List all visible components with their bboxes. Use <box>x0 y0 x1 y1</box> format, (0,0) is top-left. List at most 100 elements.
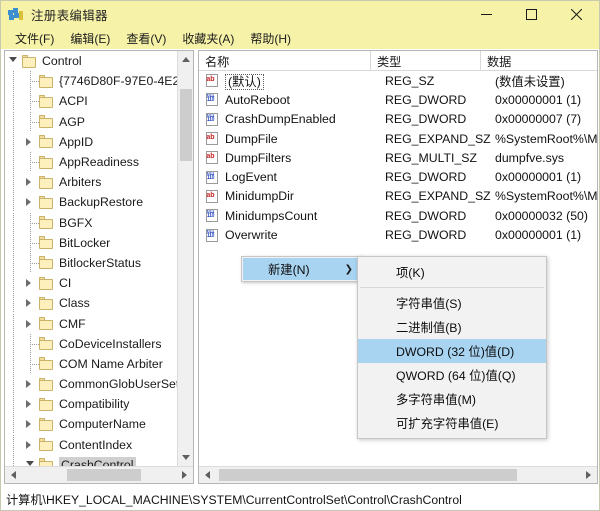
registry-tree[interactable]: Control{7746D80F-97E0-4E26-ACPIAGPAppIDA… <box>5 51 177 468</box>
tree-indent <box>5 91 22 111</box>
submenu-item[interactable]: 字符串值(S) <box>358 291 546 315</box>
tree-node[interactable]: CMF <box>5 313 177 333</box>
submenu-item[interactable]: 项(K) <box>358 260 546 284</box>
tree-expander[interactable] <box>22 273 39 293</box>
menu-file[interactable]: 文件(F) <box>7 29 62 49</box>
submenu-item[interactable]: DWORD (32 位)值(D) <box>358 339 546 363</box>
folder-icon <box>39 277 54 290</box>
value-row[interactable]: ab(默认)REG_SZ(数值未设置) <box>199 71 597 90</box>
folder-icon <box>39 196 54 209</box>
tree-node[interactable]: AppReadiness <box>5 152 177 172</box>
value-name: CrashDumpEnabled <box>225 112 385 126</box>
tree-indent <box>5 314 22 334</box>
tree-indent <box>5 334 22 354</box>
tree-expander[interactable] <box>22 192 39 212</box>
chevron-right-icon: ❯ <box>345 264 353 275</box>
menu-help[interactable]: 帮助(H) <box>242 29 299 49</box>
tree-expander[interactable] <box>22 172 39 192</box>
tree-indent <box>5 273 22 293</box>
tree-scroll-down-button[interactable] <box>178 449 194 466</box>
tree-node[interactable]: COM Name Arbiter <box>5 354 177 374</box>
tree-node[interactable]: CoDeviceInstallers <box>5 334 177 354</box>
tree-leaf-connector <box>22 233 39 253</box>
tree-node[interactable]: ComputerName <box>5 414 177 434</box>
tree-expander[interactable] <box>22 414 39 434</box>
menu-favorites[interactable]: 收藏夹(A) <box>174 29 242 49</box>
tree-expander[interactable] <box>22 394 39 414</box>
tree-scroll-left-button[interactable] <box>5 467 22 483</box>
list-horizontal-scrollbar[interactable] <box>199 466 597 483</box>
tree-indent <box>5 71 22 91</box>
tree-node[interactable]: BitLocker <box>5 233 177 253</box>
list-scroll-right-button[interactable] <box>580 467 597 483</box>
tree-horizontal-scrollbar[interactable] <box>5 466 193 483</box>
title-bar[interactable]: 注册表编辑器 <box>1 1 599 28</box>
tree-vscroll-thumb[interactable] <box>180 89 192 161</box>
tree-expander[interactable] <box>22 132 39 152</box>
tree-leaf-connector <box>22 213 39 233</box>
tree-indent <box>5 414 22 434</box>
close-button[interactable] <box>554 1 599 28</box>
value-type: REG_MULTI_SZ <box>385 151 495 165</box>
tree-expander[interactable] <box>22 435 39 455</box>
tree-node[interactable]: AGP <box>5 112 177 132</box>
chevron-right-icon <box>26 178 31 186</box>
column-header-name[interactable]: 名称 <box>199 51 371 71</box>
submenu-item[interactable]: 二进制值(B) <box>358 315 546 339</box>
tree-node[interactable]: BitlockerStatus <box>5 253 177 273</box>
minimize-button[interactable] <box>464 1 509 28</box>
tree-node[interactable]: {7746D80F-97E0-4E26- <box>5 71 177 91</box>
registry-tree-pane: Control{7746D80F-97E0-4E26-ACPIAGPAppIDA… <box>4 50 194 484</box>
menu-view[interactable]: 查看(V) <box>118 29 174 49</box>
tree-node-label: BitlockerStatus <box>59 256 144 270</box>
tree-scroll-right-button[interactable] <box>176 467 193 483</box>
value-row[interactable]: abDumpFileREG_EXPAND_SZ%SystemRoot%\MEM <box>199 129 597 148</box>
context-menu-item-new-label: 新建(N) <box>243 260 345 278</box>
tree-node[interactable]: Compatibility <box>5 394 177 414</box>
value-row[interactable]: 011110AutoRebootREG_DWORD0x00000001 (1) <box>199 90 597 109</box>
status-path: 计算机\HKEY_LOCAL_MACHINE\SYSTEM\CurrentCon… <box>1 490 462 508</box>
tree-leaf-connector <box>22 354 39 374</box>
value-row[interactable]: 011110CrashDumpEnabledREG_DWORD0x0000000… <box>199 110 597 129</box>
tree-node[interactable]: Control <box>5 51 177 71</box>
menu-edit[interactable]: 编辑(E) <box>62 29 118 49</box>
tree-expander[interactable] <box>22 374 39 394</box>
tree-node[interactable]: ContentIndex <box>5 435 177 455</box>
column-header-type[interactable]: 类型 <box>371 51 481 71</box>
folder-icon <box>39 75 54 88</box>
tree-expander[interactable] <box>22 314 39 334</box>
value-row[interactable]: 011110MinidumpsCountREG_DWORD0x00000032 … <box>199 206 597 225</box>
context-menu-item-new[interactable]: 新建(N) ❯ <box>243 258 361 280</box>
tree-node[interactable]: BackupRestore <box>5 192 177 212</box>
value-data: 0x00000001 (1) <box>495 93 597 107</box>
submenu-item[interactable]: QWORD (64 位)值(Q) <box>358 363 546 387</box>
column-header-data[interactable]: 数据 <box>481 51 597 71</box>
maximize-button[interactable] <box>509 1 554 28</box>
submenu-item[interactable]: 可扩充字符串值(E) <box>358 411 546 435</box>
tree-hscroll-thumb[interactable] <box>67 469 141 481</box>
list-hscroll-thumb[interactable] <box>219 469 517 481</box>
tree-expander[interactable] <box>22 293 39 313</box>
list-column-headers: 名称 类型 数据 <box>199 51 597 71</box>
value-row[interactable]: abMinidumpDirREG_EXPAND_SZ%SystemRoot%\M… <box>199 187 597 206</box>
list-scroll-left-button[interactable] <box>199 467 216 483</box>
tree-vertical-scrollbar[interactable] <box>177 51 193 466</box>
tree-node[interactable]: CommonGlobUserSett <box>5 374 177 394</box>
tree-node[interactable]: BGFX <box>5 213 177 233</box>
value-row[interactable]: 011110LogEventREG_DWORD0x00000001 (1) <box>199 167 597 186</box>
folder-icon <box>22 55 37 68</box>
folder-icon <box>39 256 54 269</box>
tree-scroll-up-button[interactable] <box>178 51 194 68</box>
tree-node[interactable]: Class <box>5 293 177 313</box>
value-row[interactable]: 011110OverwriteREG_DWORD0x00000001 (1) <box>199 225 597 244</box>
tree-node[interactable]: AppID <box>5 132 177 152</box>
tree-node[interactable]: ACPI <box>5 91 177 111</box>
chevron-right-icon <box>26 138 31 146</box>
tree-node[interactable]: Arbiters <box>5 172 177 192</box>
value-row[interactable]: abDumpFiltersREG_MULTI_SZdumpfve.sys <box>199 148 597 167</box>
folder-icon <box>39 398 54 411</box>
tree-expander[interactable] <box>5 51 22 71</box>
tree-node[interactable]: CI <box>5 273 177 293</box>
string-value-icon: ab <box>205 151 220 164</box>
submenu-item[interactable]: 多字符串值(M) <box>358 387 546 411</box>
